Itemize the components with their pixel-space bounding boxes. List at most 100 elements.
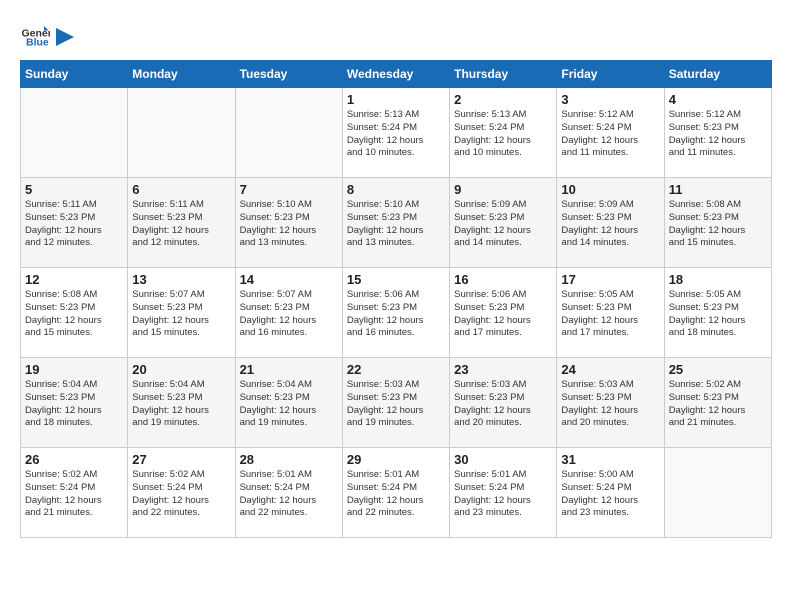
header-monday: Monday bbox=[128, 61, 235, 88]
header-saturday: Saturday bbox=[664, 61, 771, 88]
calendar-cell: 11 Sunrise: 5:08 AM Sunset: 5:23 PM Dayli… bbox=[664, 178, 771, 268]
calendar-cell bbox=[21, 88, 128, 178]
calendar-cell: 12Sunrise: 5:08 AM Sunset: 5:23 PM Dayli… bbox=[21, 268, 128, 358]
day-number: 2 bbox=[454, 92, 552, 107]
day-number: 13 bbox=[132, 272, 230, 287]
calendar-cell: 6 Sunrise: 5:11 AM Sunset: 5:23 PM Daylig… bbox=[128, 178, 235, 268]
calendar-cell: 15Sunrise: 5:06 AM Sunset: 5:23 PM Dayli… bbox=[342, 268, 449, 358]
day-number: 31 bbox=[561, 452, 659, 467]
calendar-cell: 29Sunrise: 5:01 AM Sunset: 5:24 PM Dayli… bbox=[342, 448, 449, 538]
cell-info: Sunrise: 5:10 AM Sunset: 5:23 PM Dayligh… bbox=[347, 199, 445, 250]
cell-info: Sunrise: 5:09 AM Sunset: 5:23 PM Dayligh… bbox=[454, 199, 552, 250]
calendar-cell: 23Sunrise: 5:03 AM Sunset: 5:23 PM Dayli… bbox=[450, 358, 557, 448]
week-row-3: 12Sunrise: 5:08 AM Sunset: 5:23 PM Dayli… bbox=[21, 268, 772, 358]
cell-info: Sunrise: 5:03 AM Sunset: 5:23 PM Dayligh… bbox=[561, 379, 659, 430]
calendar-cell bbox=[235, 88, 342, 178]
calendar-cell: 7 Sunrise: 5:10 AM Sunset: 5:23 PM Daylig… bbox=[235, 178, 342, 268]
day-number: 4 bbox=[669, 92, 767, 107]
cell-info: Sunrise: 5:04 AM Sunset: 5:23 PM Dayligh… bbox=[132, 379, 230, 430]
calendar-cell: 21 Sunrise: 5:04 AM Sunset: 5:23 PM Dayli… bbox=[235, 358, 342, 448]
day-number: 24 bbox=[561, 362, 659, 377]
day-number: 14 bbox=[240, 272, 338, 287]
cell-info: Sunrise: 5:13 AM Sunset: 5:24 PM Dayligh… bbox=[347, 109, 445, 160]
calendar-header-row: SundayMondayTuesdayWednesdayThursdayFrid… bbox=[21, 61, 772, 88]
day-number: 18 bbox=[669, 272, 767, 287]
day-number: 12 bbox=[25, 272, 123, 287]
logo: General Blue bbox=[20, 20, 74, 50]
day-number: 5 bbox=[25, 182, 123, 197]
cell-info: Sunrise: 5:06 AM Sunset: 5:23 PM Dayligh… bbox=[454, 289, 552, 340]
day-number: 6 bbox=[132, 182, 230, 197]
header-sunday: Sunday bbox=[21, 61, 128, 88]
calendar-cell: 14 Sunrise: 5:07 AM Sunset: 5:23 PM Dayli… bbox=[235, 268, 342, 358]
calendar-cell: 19Sunrise: 5:04 AM Sunset: 5:23 PM Dayli… bbox=[21, 358, 128, 448]
svg-text:Blue: Blue bbox=[26, 37, 49, 49]
logo-icon: General Blue bbox=[20, 20, 50, 50]
cell-info: Sunrise: 5:10 AM Sunset: 5:23 PM Dayligh… bbox=[240, 199, 338, 250]
week-row-1: 1 Sunrise: 5:13 AM Sunset: 5:24 PM Daylig… bbox=[21, 88, 772, 178]
calendar-body: 1 Sunrise: 5:13 AM Sunset: 5:24 PM Daylig… bbox=[21, 88, 772, 538]
logo-triangle-icon bbox=[56, 28, 74, 46]
header-tuesday: Tuesday bbox=[235, 61, 342, 88]
cell-info: Sunrise: 5:13 AM Sunset: 5:24 PM Dayligh… bbox=[454, 109, 552, 160]
calendar-cell: 24 Sunrise: 5:03 AM Sunset: 5:23 PM Dayli… bbox=[557, 358, 664, 448]
day-number: 7 bbox=[240, 182, 338, 197]
day-number: 26 bbox=[25, 452, 123, 467]
calendar-cell: 16 Sunrise: 5:06 AM Sunset: 5:23 PM Dayli… bbox=[450, 268, 557, 358]
cell-info: Sunrise: 5:04 AM Sunset: 5:23 PM Dayligh… bbox=[25, 379, 123, 430]
week-row-4: 19Sunrise: 5:04 AM Sunset: 5:23 PM Dayli… bbox=[21, 358, 772, 448]
header-wednesday: Wednesday bbox=[342, 61, 449, 88]
calendar-cell bbox=[128, 88, 235, 178]
cell-info: Sunrise: 5:01 AM Sunset: 5:24 PM Dayligh… bbox=[454, 469, 552, 520]
week-row-2: 5 Sunrise: 5:11 AM Sunset: 5:23 PM Daylig… bbox=[21, 178, 772, 268]
day-number: 17 bbox=[561, 272, 659, 287]
cell-info: Sunrise: 5:11 AM Sunset: 5:23 PM Dayligh… bbox=[25, 199, 123, 250]
cell-info: Sunrise: 5:06 AM Sunset: 5:23 PM Dayligh… bbox=[347, 289, 445, 340]
calendar-cell: 22 Sunrise: 5:03 AM Sunset: 5:23 PM Dayli… bbox=[342, 358, 449, 448]
calendar-table: SundayMondayTuesdayWednesdayThursdayFrid… bbox=[20, 60, 772, 538]
day-number: 16 bbox=[454, 272, 552, 287]
calendar-cell bbox=[664, 448, 771, 538]
cell-info: Sunrise: 5:04 AM Sunset: 5:23 PM Dayligh… bbox=[240, 379, 338, 430]
day-number: 28 bbox=[240, 452, 338, 467]
cell-info: Sunrise: 5:03 AM Sunset: 5:23 PM Dayligh… bbox=[347, 379, 445, 430]
cell-info: Sunrise: 5:07 AM Sunset: 5:23 PM Dayligh… bbox=[240, 289, 338, 340]
day-number: 9 bbox=[454, 182, 552, 197]
cell-info: Sunrise: 5:01 AM Sunset: 5:24 PM Dayligh… bbox=[240, 469, 338, 520]
calendar-cell: 31 Sunrise: 5:00 AM Sunset: 5:24 PM Dayli… bbox=[557, 448, 664, 538]
day-number: 20 bbox=[132, 362, 230, 377]
calendar-cell: 8Sunrise: 5:10 AM Sunset: 5:23 PM Daylig… bbox=[342, 178, 449, 268]
calendar-cell: 1 Sunrise: 5:13 AM Sunset: 5:24 PM Daylig… bbox=[342, 88, 449, 178]
calendar-cell: 13 Sunrise: 5:07 AM Sunset: 5:23 PM Dayli… bbox=[128, 268, 235, 358]
calendar-cell: 26 Sunrise: 5:02 AM Sunset: 5:24 PM Dayli… bbox=[21, 448, 128, 538]
cell-info: Sunrise: 5:12 AM Sunset: 5:24 PM Dayligh… bbox=[561, 109, 659, 160]
cell-info: Sunrise: 5:08 AM Sunset: 5:23 PM Dayligh… bbox=[669, 199, 767, 250]
calendar-cell: 4 Sunrise: 5:12 AM Sunset: 5:23 PM Daylig… bbox=[664, 88, 771, 178]
header-thursday: Thursday bbox=[450, 61, 557, 88]
cell-info: Sunrise: 5:11 AM Sunset: 5:23 PM Dayligh… bbox=[132, 199, 230, 250]
cell-info: Sunrise: 5:05 AM Sunset: 5:23 PM Dayligh… bbox=[561, 289, 659, 340]
cell-info: Sunrise: 5:02 AM Sunset: 5:24 PM Dayligh… bbox=[25, 469, 123, 520]
day-number: 22 bbox=[347, 362, 445, 377]
week-row-5: 26 Sunrise: 5:02 AM Sunset: 5:24 PM Dayli… bbox=[21, 448, 772, 538]
calendar-cell: 28 Sunrise: 5:01 AM Sunset: 5:24 PM Dayli… bbox=[235, 448, 342, 538]
cell-info: Sunrise: 5:02 AM Sunset: 5:24 PM Dayligh… bbox=[132, 469, 230, 520]
day-number: 1 bbox=[347, 92, 445, 107]
cell-info: Sunrise: 5:02 AM Sunset: 5:23 PM Dayligh… bbox=[669, 379, 767, 430]
calendar-cell: 10Sunrise: 5:09 AM Sunset: 5:23 PM Dayli… bbox=[557, 178, 664, 268]
calendar-cell: 30 Sunrise: 5:01 AM Sunset: 5:24 PM Dayli… bbox=[450, 448, 557, 538]
day-number: 30 bbox=[454, 452, 552, 467]
cell-info: Sunrise: 5:12 AM Sunset: 5:23 PM Dayligh… bbox=[669, 109, 767, 160]
calendar-cell: 27 Sunrise: 5:02 AM Sunset: 5:24 PM Dayli… bbox=[128, 448, 235, 538]
day-number: 23 bbox=[454, 362, 552, 377]
day-number: 27 bbox=[132, 452, 230, 467]
cell-info: Sunrise: 5:09 AM Sunset: 5:23 PM Dayligh… bbox=[561, 199, 659, 250]
day-number: 11 bbox=[669, 182, 767, 197]
calendar-cell: 5 Sunrise: 5:11 AM Sunset: 5:23 PM Daylig… bbox=[21, 178, 128, 268]
header-friday: Friday bbox=[557, 61, 664, 88]
calendar-cell: 20 Sunrise: 5:04 AM Sunset: 5:23 PM Dayli… bbox=[128, 358, 235, 448]
cell-info: Sunrise: 5:07 AM Sunset: 5:23 PM Dayligh… bbox=[132, 289, 230, 340]
calendar-cell: 2 Sunrise: 5:13 AM Sunset: 5:24 PM Daylig… bbox=[450, 88, 557, 178]
cell-info: Sunrise: 5:00 AM Sunset: 5:24 PM Dayligh… bbox=[561, 469, 659, 520]
day-number: 21 bbox=[240, 362, 338, 377]
